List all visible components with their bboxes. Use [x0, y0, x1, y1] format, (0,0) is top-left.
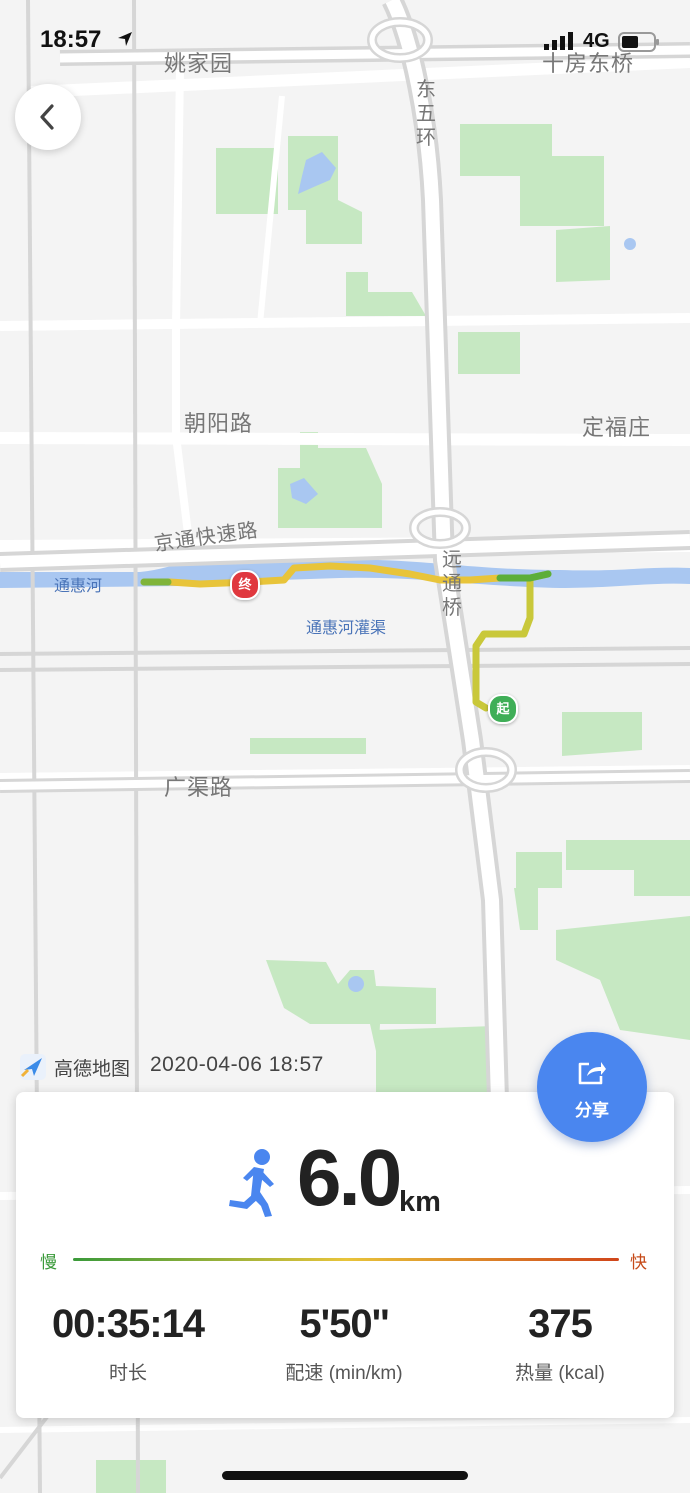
share-icon [578, 1062, 606, 1085]
pace-scale-slow-label: 慢 [40, 1253, 57, 1272]
map-provider-name: 高德地图 [54, 1059, 131, 1080]
pace-value: 5'50'' [299, 1302, 389, 1346]
stat-calories: 375 热量 (kcal) [460, 1302, 660, 1385]
road-label-chaoyang-road: 朝阳路 [184, 411, 254, 436]
place-label-dingfuzhuang: 定福庄 [582, 415, 652, 440]
distance-value: 6.0 [297, 1133, 402, 1222]
record-timestamp: 2020-04-06 18:57 [150, 1053, 324, 1076]
pace-gradient-bar [73, 1258, 619, 1261]
calories-value: 375 [528, 1302, 593, 1346]
route-start-marker[interactable]: 起 [488, 694, 518, 724]
location-arrow-icon [118, 32, 132, 46]
home-indicator[interactable] [222, 1471, 468, 1480]
run-summary-card: 6.0 km 慢 快 00:35:14 时长 5'50'' 配速 (min/km… [16, 1092, 674, 1418]
duration-value: 00:35:14 [51, 1302, 205, 1346]
water-label-tonghui-river: 通惠河 [54, 578, 103, 595]
battery-icon [618, 32, 659, 52]
water-label-tonghui-canal: 通惠河灌渠 [306, 620, 387, 637]
route-end-marker[interactable]: 终 [230, 570, 260, 600]
calories-label: 热量 (kcal) [515, 1363, 605, 1384]
status-time: 18:57 [40, 26, 102, 53]
share-button[interactable]: 分享 [537, 1032, 647, 1142]
status-bar: 18:57 4G [0, 26, 690, 60]
pace-scale-fast-label: 快 [630, 1253, 647, 1272]
chevron-left-icon [40, 104, 54, 130]
stat-duration: 00:35:14 时长 [28, 1302, 228, 1385]
duration-label: 时长 [108, 1363, 147, 1384]
amap-logo-icon [20, 1054, 46, 1080]
pace-label: 配速 (min/km) [285, 1363, 403, 1384]
share-label: 分享 [575, 1101, 609, 1120]
back-button[interactable] [15, 84, 81, 150]
network-type: 4G [583, 30, 610, 52]
stat-pace: 5'50'' 配速 (min/km) [244, 1302, 444, 1385]
road-label-east-5th-ring: 东五环 [416, 79, 437, 149]
bridge-label-yuantong: 远通桥 [442, 549, 463, 619]
cellular-signal-icon [544, 32, 573, 50]
running-person-icon [229, 1149, 274, 1217]
road-label-guangqu-road: 广渠路 [164, 775, 234, 800]
distance-unit: km [399, 1186, 441, 1218]
